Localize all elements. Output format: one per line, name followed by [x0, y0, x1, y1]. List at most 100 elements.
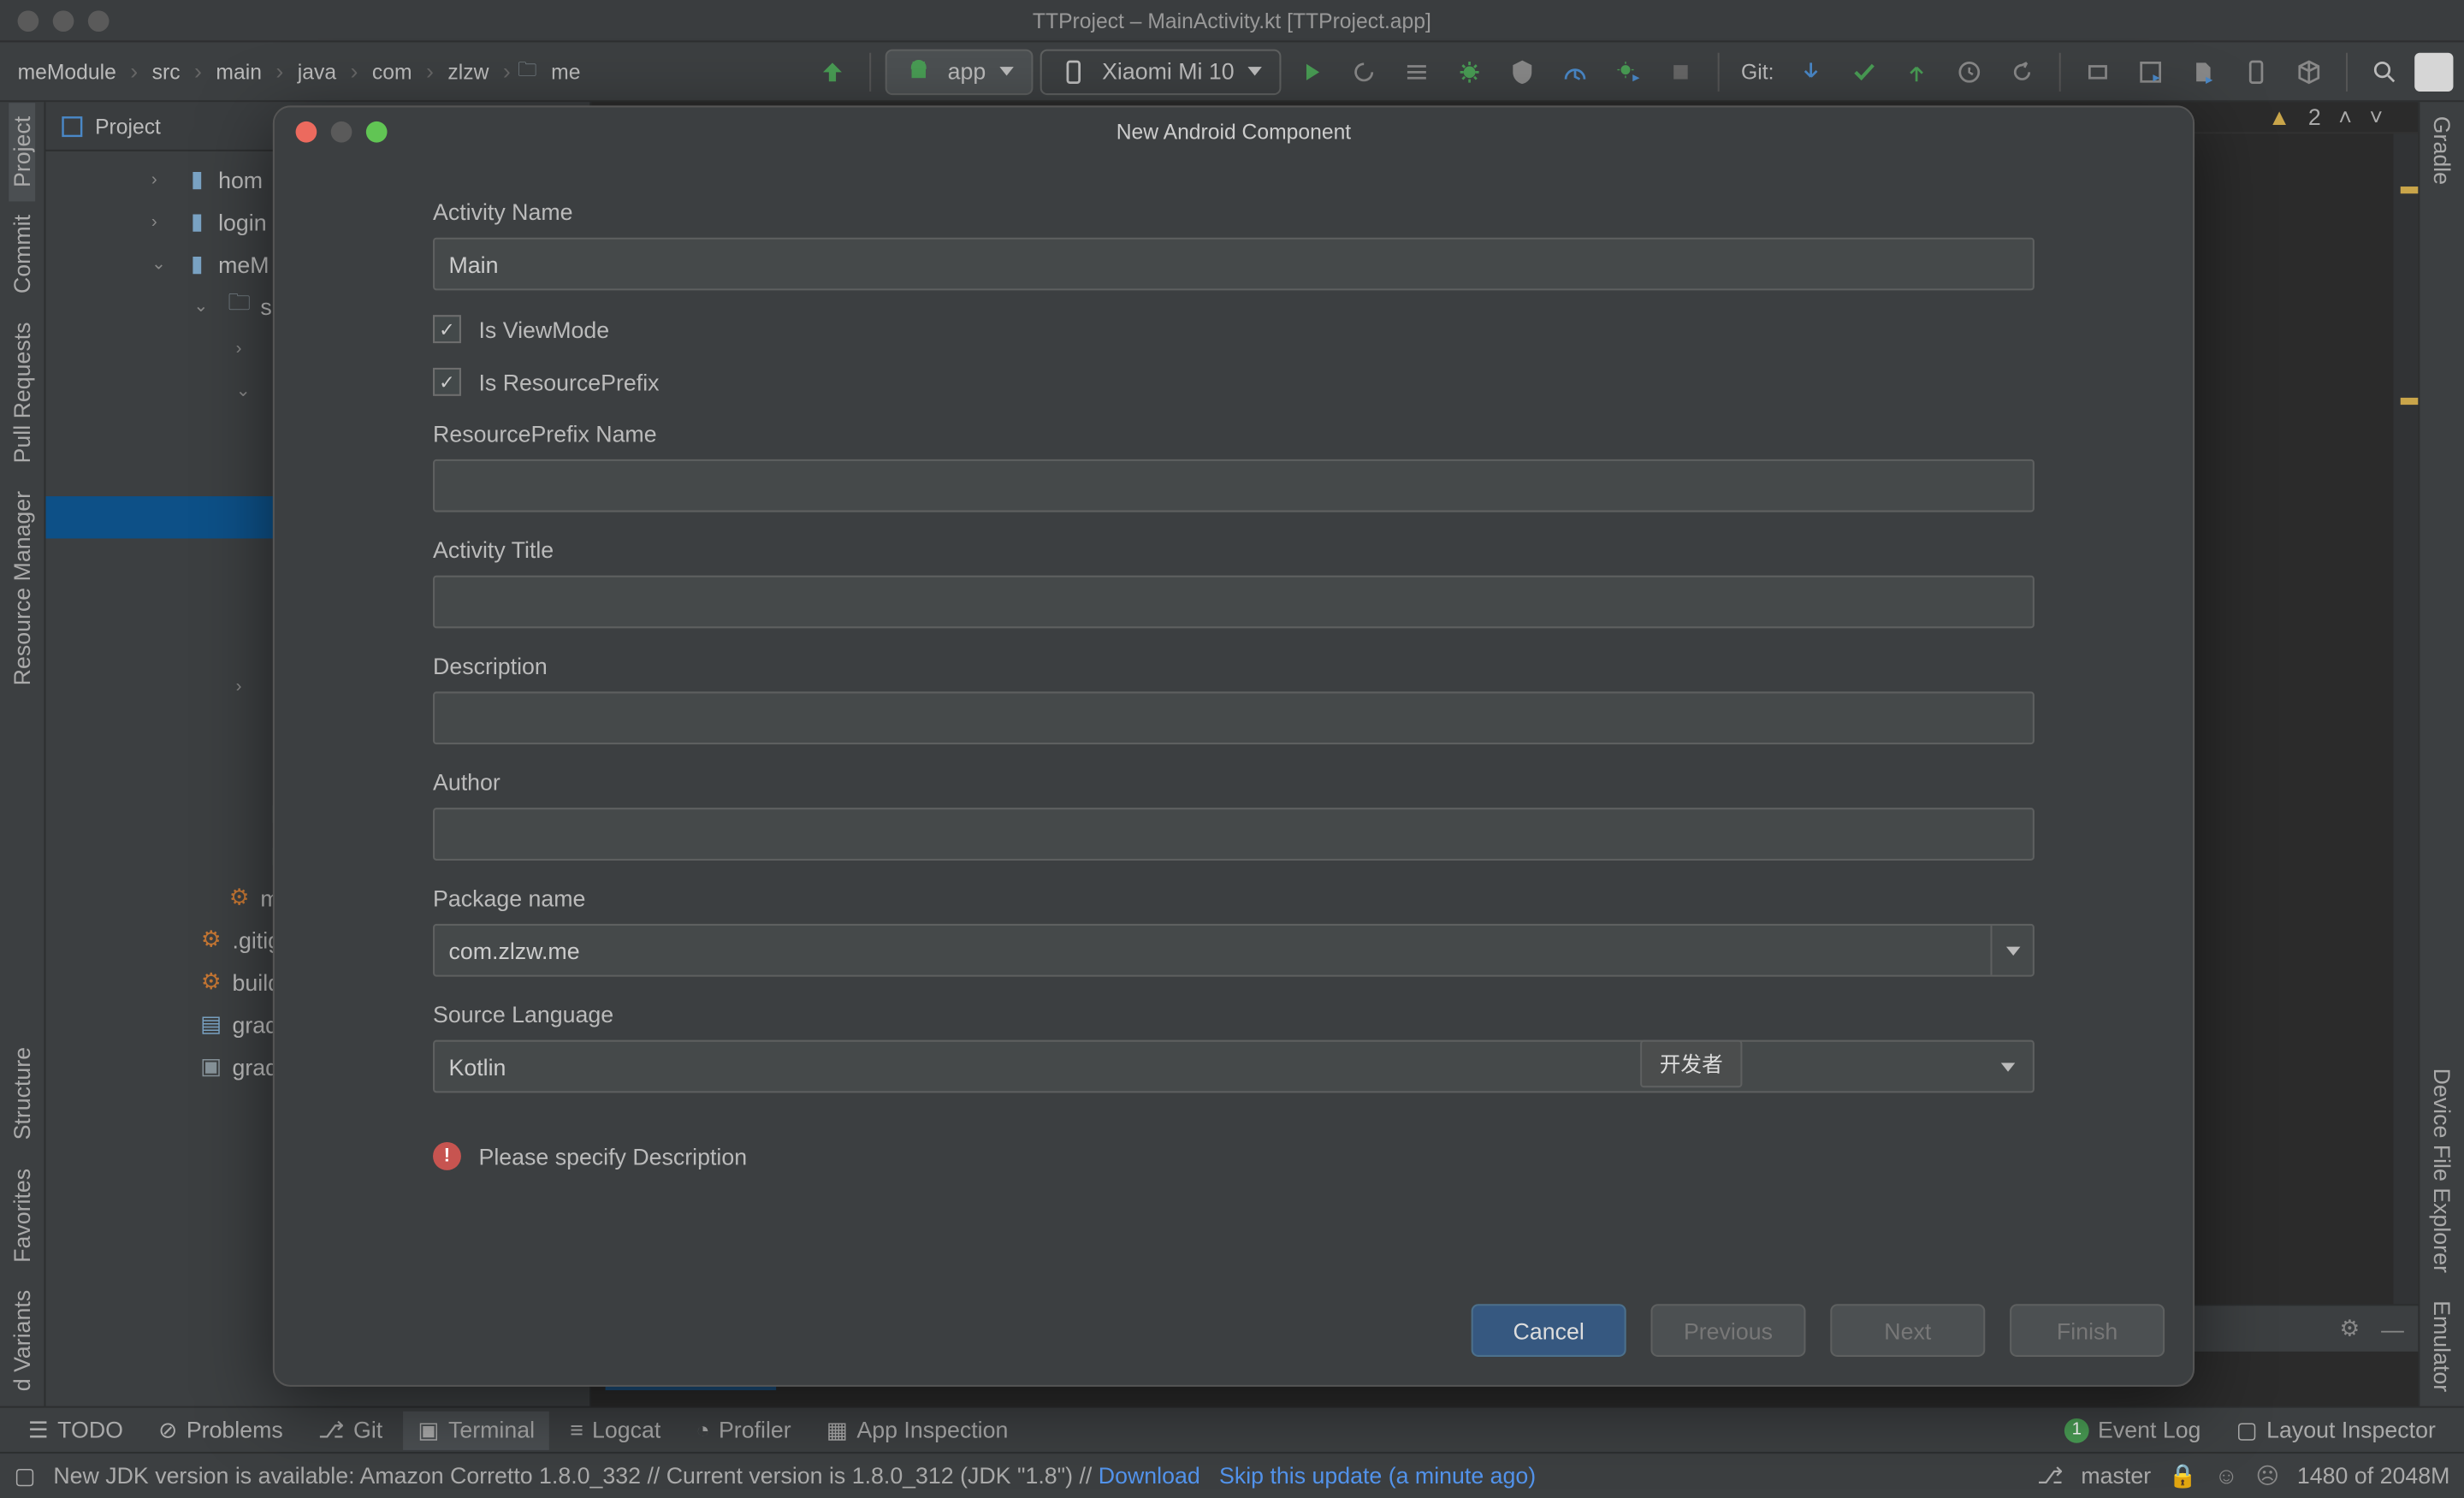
- git-rollback-button[interactable]: [1999, 49, 2045, 94]
- warning-marker[interactable]: [2401, 187, 2419, 193]
- device-file-explorer-tool-tab[interactable]: Device File Explorer: [2429, 1053, 2455, 1286]
- cube-button[interactable]: [2286, 49, 2331, 94]
- search-button[interactable]: [2361, 49, 2407, 94]
- activity-name-input[interactable]: [433, 238, 2035, 291]
- warning-marker[interactable]: [2401, 398, 2419, 405]
- stop-button[interactable]: [1658, 49, 1703, 94]
- attach-debugger-button[interactable]: [1606, 49, 1651, 94]
- source-language-value: Kotlin: [449, 1053, 506, 1080]
- package-name-value: com.zlzw.me: [449, 937, 580, 963]
- next-button[interactable]: Next: [1830, 1304, 1985, 1357]
- event-log-tool-tab[interactable]: 1Event Log: [2050, 1412, 2214, 1448]
- nav-up-icon[interactable]: ˄: [2338, 104, 2352, 130]
- sdk-button[interactable]: [2128, 49, 2173, 94]
- previous-button[interactable]: Previous: [1650, 1304, 1805, 1357]
- build-variants-tool-tab[interactable]: d Variants: [9, 1276, 35, 1406]
- sync-button[interactable]: [810, 49, 856, 94]
- minimize-icon[interactable]: —: [2381, 1316, 2404, 1342]
- favorites-tool-tab[interactable]: Favorites: [9, 1154, 35, 1276]
- device-selector[interactable]: Xiaomi Mi 10: [1040, 49, 1282, 94]
- run-button[interactable]: [1288, 49, 1334, 94]
- terminal-tool-tab[interactable]: ▣Terminal: [404, 1411, 549, 1449]
- run-config-selector[interactable]: app: [886, 49, 1034, 94]
- git-tool-tab[interactable]: ⎇Git: [304, 1411, 396, 1449]
- dialog-close-icon[interactable]: [296, 121, 317, 143]
- logcat-tool-tab[interactable]: ≡Logcat: [556, 1412, 675, 1448]
- emulator-tool-tab[interactable]: Emulator: [2429, 1287, 2455, 1406]
- activity-title-input[interactable]: [433, 576, 2035, 629]
- author-input[interactable]: [433, 808, 2035, 861]
- download-link[interactable]: Download: [1099, 1462, 1200, 1489]
- bottom-tool-bar: ☰TODO ⊘Problems ⎇Git ▣Terminal ≡Logcat ◔…: [0, 1406, 2464, 1452]
- commit-tool-tab[interactable]: Commit: [9, 201, 35, 308]
- lock-icon[interactable]: 🔒: [2169, 1461, 2197, 1489]
- device-label: Xiaomi Mi 10: [1102, 58, 1235, 85]
- gradle-tool-tab[interactable]: Gradle: [2429, 102, 2455, 198]
- resource-button[interactable]: [2181, 49, 2226, 94]
- is-viewmode-check[interactable]: ✓Is ViewMode: [433, 315, 2035, 343]
- resource-manager-tool-tab[interactable]: Resource Manager: [9, 477, 35, 700]
- memory-indicator[interactable]: 1480 of 2048M: [2297, 1462, 2449, 1489]
- status-icon[interactable]: ▢: [14, 1461, 35, 1489]
- crumb[interactable]: me: [544, 56, 588, 87]
- apply-changes-button[interactable]: [1342, 49, 1387, 94]
- todo-tool-tab[interactable]: ☰TODO: [14, 1411, 137, 1449]
- crumb[interactable]: zlzw: [441, 56, 495, 87]
- device-manager-button[interactable]: [2233, 49, 2278, 94]
- breadcrumb[interactable]: meModule› src› main› java› com› zlzw› 🗀 …: [10, 55, 587, 88]
- git-history-button[interactable]: [1946, 49, 1992, 94]
- crumb[interactable]: com: [365, 56, 419, 87]
- window-traffic-lights[interactable]: [0, 9, 110, 31]
- git-label: Git:: [1741, 59, 1774, 84]
- profiler-button[interactable]: [1553, 49, 1598, 94]
- tooltip: 开发者: [1640, 1040, 1742, 1088]
- close-icon[interactable]: [18, 9, 39, 31]
- chevron-down-icon[interactable]: [1990, 926, 2032, 975]
- crumb[interactable]: main: [209, 56, 269, 87]
- editor-scrollbar[interactable]: [2394, 133, 2419, 1406]
- avd-button[interactable]: [2075, 49, 2120, 94]
- window-title: TTProject – MainActivity.kt [TTProject.a…: [1033, 8, 1431, 33]
- branch-icon[interactable]: ⎇: [2037, 1461, 2064, 1489]
- profiler-tool-tab[interactable]: ◔Profiler: [682, 1412, 805, 1448]
- debug-button[interactable]: [1448, 49, 1493, 94]
- app-inspection-tool-tab[interactable]: ▦App Inspection: [812, 1411, 1022, 1449]
- coverage-button[interactable]: [1500, 49, 1545, 94]
- cancel-button[interactable]: Cancel: [1472, 1304, 1626, 1357]
- git-push-button[interactable]: [1893, 49, 1939, 94]
- layout-inspector-tool-tab[interactable]: ▢Layout Inspector: [2222, 1411, 2449, 1449]
- is-resourceprefix-check[interactable]: ✓Is ResourcePrefix: [433, 368, 2035, 396]
- new-component-dialog: New Android Component Activity Name ✓Is …: [273, 105, 2194, 1386]
- resourceprefix-name-input[interactable]: [433, 459, 2035, 512]
- crumb[interactable]: java: [291, 56, 344, 87]
- branch-label[interactable]: master: [2081, 1462, 2151, 1489]
- minimize-icon[interactable]: [53, 9, 74, 31]
- structure-tool-tab[interactable]: Structure: [9, 1033, 35, 1154]
- project-icon: [60, 114, 85, 139]
- face-icon[interactable]: ☹: [2255, 1461, 2279, 1489]
- resourceprefix-name-label: ResourcePrefix Name: [433, 421, 2035, 447]
- crumb[interactable]: meModule: [10, 56, 123, 87]
- dialog-maximize-icon[interactable]: [366, 121, 388, 143]
- package-name-combo[interactable]: com.zlzw.me: [433, 924, 2035, 977]
- author-label: Author: [433, 769, 2035, 796]
- status-bar: ▢ New JDK version is available: Amazon C…: [0, 1452, 2464, 1497]
- maximize-icon[interactable]: [88, 9, 110, 31]
- project-tool-tab[interactable]: Project: [9, 102, 35, 201]
- git-commit-button[interactable]: [1841, 49, 1886, 94]
- git-pull-button[interactable]: [1788, 49, 1833, 94]
- finish-button[interactable]: Finish: [2010, 1304, 2165, 1357]
- face-icon[interactable]: ☺: [2215, 1462, 2238, 1489]
- nav-down-icon[interactable]: ˅: [2370, 104, 2384, 130]
- gear-icon[interactable]: ⚙: [2339, 1315, 2360, 1343]
- crumb[interactable]: src: [145, 56, 187, 87]
- pull-requests-tool-tab[interactable]: Pull Requests: [9, 308, 35, 477]
- activity-restart-button[interactable]: [1395, 49, 1440, 94]
- problems-tool-tab[interactable]: ⊘Problems: [145, 1411, 298, 1449]
- skip-link[interactable]: Skip this update (a minute ago): [1219, 1462, 1536, 1489]
- avatar[interactable]: [2414, 52, 2453, 91]
- description-input[interactable]: [433, 691, 2035, 744]
- source-language-combo[interactable]: Kotlin: [433, 1040, 2035, 1093]
- window-titlebar: TTProject – MainActivity.kt [TTProject.a…: [0, 0, 2464, 42]
- warning-icon[interactable]: ▲: [2268, 104, 2290, 130]
